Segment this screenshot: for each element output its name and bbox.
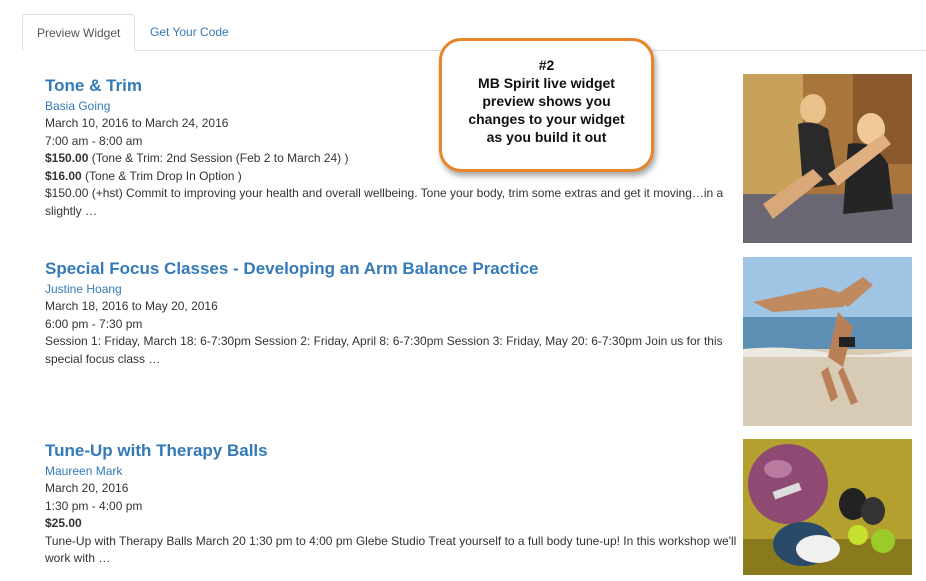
event-host[interactable]: Maureen Mark	[45, 463, 745, 480]
callout-line: changes to your widget	[468, 111, 625, 127]
price-amount: $150.00	[45, 151, 89, 166]
callout-line: MB Spirit live widget	[478, 75, 615, 91]
tab-preview-widget[interactable]: Preview Widget	[22, 14, 136, 51]
event-dates: March 18, 2016 to May 20, 2016	[45, 299, 218, 313]
event-description: Session 1: Friday, March 18: 6-7:30pm Se…	[45, 334, 723, 366]
price-amount: $16.00	[45, 168, 82, 183]
event-description: $150.00 (+hst) Commit to improving your …	[45, 186, 724, 218]
callout-line: as you build it out	[486, 129, 607, 145]
event-price: $25.00	[45, 515, 745, 533]
beach-handstand-photo	[743, 257, 912, 426]
event-host[interactable]: Justine Hoang	[45, 281, 745, 298]
price-note: (Tone & Trim Drop In Option )	[81, 168, 242, 183]
event-dates: March 20, 2016	[45, 481, 129, 495]
event-image[interactable]	[743, 74, 912, 243]
pilates-partner-photo	[743, 74, 912, 243]
event-title[interactable]: Tune-Up with Therapy Balls	[45, 441, 745, 461]
event-item: Special Focus Classes - Developing an Ar…	[45, 259, 745, 368]
price-note: (Tone & Trim: 2nd Session (Feb 2 to Marc…	[88, 151, 349, 166]
callout-number: #2	[538, 57, 555, 73]
tab-get-your-code[interactable]: Get Your Code	[136, 14, 243, 51]
event-time: 1:30 pm - 4:00 pm	[45, 498, 143, 513]
event-image[interactable]	[743, 257, 912, 426]
event-item: Tune-Up with Therapy Balls Maureen Mark …	[45, 441, 745, 568]
therapy-balls-photo	[743, 439, 912, 575]
price-amount: $25.00	[45, 516, 82, 531]
event-title[interactable]: Special Focus Classes - Developing an Ar…	[45, 259, 745, 279]
annotation-callout: #2 MB Spirit live widget preview shows y…	[439, 38, 654, 172]
event-time: 6:00 pm - 7:30 pm	[45, 316, 143, 331]
callout-line: preview shows you	[482, 93, 611, 109]
event-description: Tune-Up with Therapy Balls March 20 1:30…	[45, 533, 737, 566]
event-image[interactable]	[743, 439, 912, 575]
